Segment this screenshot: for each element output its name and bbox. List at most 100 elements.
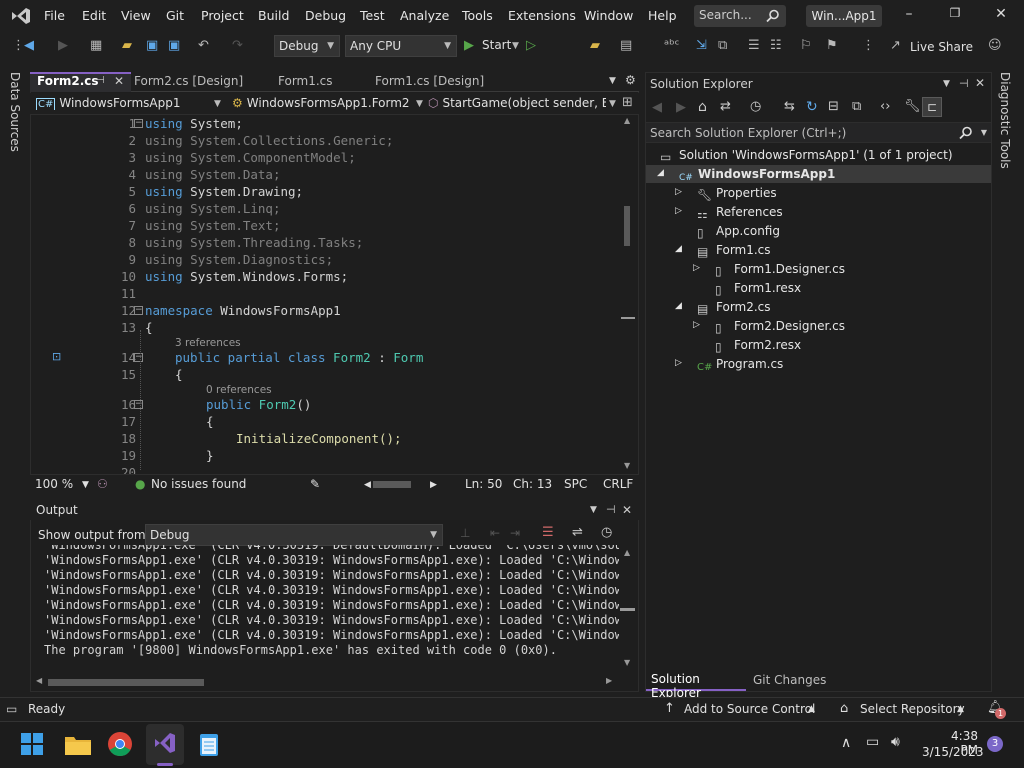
collapse-icon[interactable]: − bbox=[134, 353, 143, 362]
expand-collapsed-icon[interactable]: ▷ bbox=[675, 206, 682, 216]
scroll-up-icon[interactable]: ▲ bbox=[624, 548, 630, 557]
tab-git-changes[interactable]: Git Changes bbox=[753, 673, 826, 687]
spellcheck-icon[interactable]: ᵃᵇᶜ bbox=[664, 38, 679, 53]
menu-edit[interactable]: Edit bbox=[82, 8, 106, 23]
show-all-files-icon[interactable]: ⧉ bbox=[852, 99, 861, 114]
layout-icon[interactable]: ▤ bbox=[620, 38, 632, 53]
preview-selected-icon[interactable]: ⊏ bbox=[922, 97, 942, 117]
tree-solution[interactable]: ▭ Solution 'WindowsFormsApp1' (1 of 1 pro… bbox=[660, 148, 953, 164]
tray-overflow-icon[interactable]: ∧ bbox=[841, 735, 851, 751]
properties-wrench-icon[interactable]: 🔧︎ bbox=[904, 99, 921, 114]
start-icon[interactable]: ▶ bbox=[464, 38, 474, 53]
tree-form2-resx[interactable]: ▯ Form2.resx bbox=[715, 338, 801, 354]
nav-class-dropdown[interactable]: ⚙ WindowsFormsApp1.Form2 bbox=[232, 96, 422, 110]
scroll-up-icon[interactable]: ▲ bbox=[624, 116, 630, 125]
expand-collapsed-icon[interactable]: ▷ bbox=[675, 187, 682, 197]
overflow-icon[interactable]: ⋮ bbox=[862, 38, 875, 53]
open-folder-icon[interactable]: ▰ bbox=[122, 38, 132, 53]
select-repository-button[interactable]: Select Repository bbox=[860, 702, 965, 716]
visual-studio-taskbar-icon[interactable] bbox=[153, 731, 177, 755]
prev-message-icon[interactable]: ⇤ bbox=[490, 526, 500, 540]
close-tab-icon[interactable]: ✕ bbox=[114, 74, 124, 88]
menu-project[interactable]: Project bbox=[201, 8, 244, 23]
refresh-icon[interactable]: ↻ bbox=[806, 99, 818, 115]
save-all-icon[interactable]: ▣ bbox=[168, 38, 180, 53]
output-source-dropdown[interactable]: Debug ▼ bbox=[145, 524, 443, 546]
split-icon[interactable]: ⊞ bbox=[622, 95, 633, 110]
menu-help[interactable]: Help bbox=[648, 8, 677, 23]
column-indicator[interactable]: Ch: 13 bbox=[513, 477, 552, 491]
scroll-left-icon[interactable]: ◀ bbox=[364, 480, 371, 490]
tree-project[interactable]: C# WindowsFormsApp1 bbox=[679, 167, 835, 185]
find-message-icon[interactable]: ⊥ bbox=[460, 526, 470, 540]
back-icon[interactable]: ◀ bbox=[652, 100, 662, 115]
sync-icon[interactable]: ⇆ bbox=[784, 99, 795, 114]
scroll-right-icon[interactable]: ▶ bbox=[606, 676, 612, 685]
bookmark-prev-icon[interactable]: ⚑ bbox=[826, 38, 838, 53]
indent-indicator[interactable]: SPC bbox=[564, 477, 587, 491]
menu-extensions[interactable]: Extensions bbox=[508, 8, 576, 23]
tree-form1-designer[interactable]: ▯ Form1.Designer.cs bbox=[715, 262, 845, 278]
chrome-icon[interactable] bbox=[108, 732, 132, 756]
add-to-source-control-button[interactable]: Add to Source Control bbox=[684, 702, 815, 716]
implementation-glyph-icon[interactable]: ⊡ bbox=[52, 350, 61, 363]
file-explorer-icon[interactable] bbox=[65, 734, 91, 755]
nav-project-dropdown[interactable]: C# WindowsFormsApp1 bbox=[36, 96, 222, 110]
scroll-right-icon[interactable]: ▶ bbox=[430, 480, 437, 490]
configuration-dropdown[interactable]: Debug ▼ bbox=[274, 35, 340, 57]
zoom-level[interactable]: 100 % bbox=[35, 477, 73, 491]
tab-form2-design[interactable]: Form2.cs [Design] bbox=[134, 74, 243, 88]
issues-status[interactable]: No issues found bbox=[151, 477, 246, 491]
code-cleanup-icon[interactable]: ✎ bbox=[310, 477, 320, 491]
expand-icon[interactable]: ◢ bbox=[675, 301, 682, 311]
bookmark-icon[interactable]: ⚐ bbox=[800, 38, 812, 53]
notification-center-badge[interactable]: 3 bbox=[987, 736, 1003, 752]
platform-dropdown[interactable]: Any CPU ▼ bbox=[345, 35, 457, 57]
panel-menu-icon[interactable]: ▼ bbox=[590, 505, 597, 515]
scroll-thumb[interactable] bbox=[620, 608, 635, 611]
menu-debug[interactable]: Debug bbox=[305, 8, 346, 23]
pending-changes-icon[interactable]: ◷ bbox=[750, 99, 761, 114]
close-window-icon[interactable]: ✕ bbox=[989, 6, 1013, 22]
menu-build[interactable]: Build bbox=[258, 8, 289, 23]
collapse-icon[interactable]: − bbox=[134, 400, 143, 409]
nav-member-dropdown[interactable]: ⬡StartGame(object sender, Ever bbox=[428, 96, 606, 110]
notepad-icon[interactable] bbox=[199, 732, 219, 756]
tree-form2-designer[interactable]: ▯ Form2.Designer.cs bbox=[715, 319, 845, 335]
close-panel-icon[interactable]: ✕ bbox=[622, 503, 632, 517]
start-dropdown-icon[interactable]: ▼ bbox=[512, 41, 519, 51]
new-project-icon[interactable]: ▦ bbox=[90, 38, 102, 53]
volume-icon[interactable]: 🔊︎ bbox=[891, 734, 900, 750]
tree-form1-resx[interactable]: ▯ Form1.resx bbox=[715, 281, 801, 297]
scroll-thumb[interactable] bbox=[624, 206, 630, 246]
clear-all-icon[interactable]: ☰ bbox=[542, 525, 554, 540]
compare-icon[interactable]: ⧉ bbox=[718, 38, 727, 53]
restore-icon[interactable]: ❐ bbox=[943, 6, 967, 20]
tree-app-config[interactable]: ▯ App.config bbox=[697, 224, 780, 240]
line-ending-indicator[interactable]: CRLF bbox=[603, 477, 633, 491]
menu-tools[interactable]: Tools bbox=[462, 8, 493, 23]
line-indicator[interactable]: Ln: 50 bbox=[465, 477, 502, 491]
pin-icon[interactable]: ⊣ bbox=[606, 503, 616, 516]
home-icon[interactable]: ⌂ bbox=[698, 99, 707, 115]
switch-views-icon[interactable]: ⇄ bbox=[720, 99, 731, 114]
back-icon[interactable]: ◀ bbox=[24, 38, 34, 53]
collapse-icon[interactable]: − bbox=[134, 306, 143, 315]
settings-gear-icon[interactable]: ⚙ bbox=[625, 73, 636, 87]
folder-icon[interactable]: ▰ bbox=[590, 38, 600, 53]
menu-file[interactable]: File bbox=[44, 8, 65, 23]
tab-form2-cs[interactable]: Form2.cs bbox=[37, 74, 99, 88]
indent-icon[interactable]: ☰ bbox=[748, 38, 760, 53]
collapse-all-icon[interactable]: ⊟ bbox=[828, 99, 839, 114]
editor-vertical-scrollbar[interactable] bbox=[621, 120, 635, 470]
save-icon[interactable]: ▣ bbox=[146, 38, 158, 53]
network-icon[interactable]: ▭ bbox=[866, 734, 879, 750]
tree-form2[interactable]: ▤ Form2.cs bbox=[697, 300, 771, 316]
start-button[interactable]: Start bbox=[482, 38, 511, 52]
expand-icon[interactable]: ◢ bbox=[675, 244, 682, 254]
intellicode-icon[interactable]: ⚇ bbox=[97, 477, 108, 491]
clock-date[interactable]: 3/15/2023 bbox=[922, 745, 984, 759]
menu-view[interactable]: View bbox=[121, 8, 151, 23]
tree-form1[interactable]: ▤ Form1.cs bbox=[697, 243, 771, 259]
scroll-down-icon[interactable]: ▼ bbox=[624, 658, 630, 667]
